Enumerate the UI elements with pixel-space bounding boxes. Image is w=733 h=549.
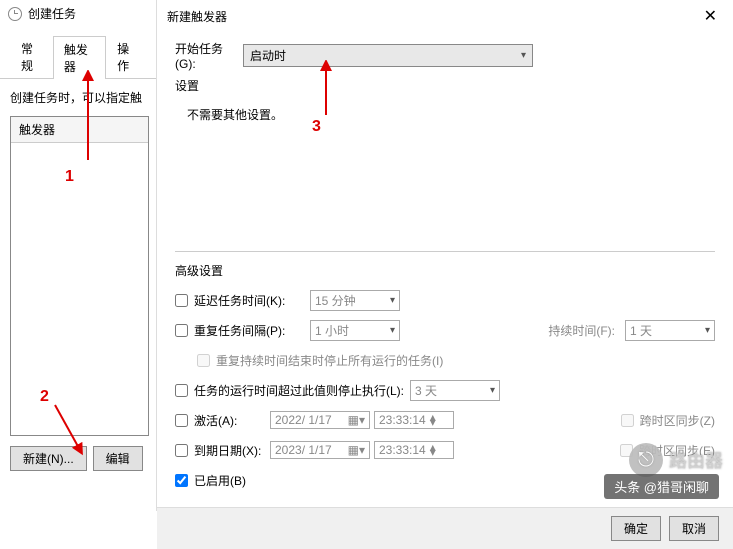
start-task-label: 开始任务(G): [175, 40, 243, 71]
start-task-value: 启动时 [250, 47, 286, 64]
stop-if-long-label: 任务的运行时间超过此值则停止执行(L): [194, 382, 404, 399]
tab-row: 常规 触发器 操作 [0, 27, 159, 79]
advanced-title: 高级设置 [175, 262, 715, 279]
duration-label: 持续时间(F): [548, 322, 615, 339]
activate-date[interactable]: 2022/ 1/17▦▾ [270, 411, 370, 429]
trigger-list[interactable]: 触发器 [10, 116, 149, 436]
cancel-button[interactable]: 取消 [669, 516, 719, 541]
activate-time[interactable]: 23:33:14▴▾ [374, 411, 454, 429]
enabled-label: 已启用(B) [194, 472, 246, 489]
duration-combo[interactable]: 1 天▾ [625, 320, 715, 341]
ok-button[interactable]: 确定 [611, 516, 661, 541]
calendar-icon: ▦▾ [348, 443, 365, 457]
expire-time[interactable]: 23:33:14▴▾ [374, 441, 454, 459]
new-trigger-dialog: 新建触发器 ✕ 开始任务(G): 启动时 ▾ 设置 不需要其他设置。 高级设置 … [156, 0, 733, 511]
clock-icon [8, 7, 22, 21]
repeat-interval-combo[interactable]: 1 小时▾ [310, 320, 400, 341]
expire-label: 到期日期(X): [194, 442, 264, 459]
expire-checkbox[interactable] [175, 444, 188, 457]
close-button[interactable]: ✕ [698, 6, 723, 26]
watermark: ⎋ 路由器 [629, 443, 723, 477]
delay-combo[interactable]: 15 分钟▾ [310, 290, 400, 311]
repeat-label: 重复任务间隔(P): [194, 322, 304, 339]
create-task-window: 创建任务 常规 触发器 操作 创建任务时，可以指定触 触发器 新建(N)... … [0, 0, 160, 511]
chevron-down-icon: ▾ [390, 325, 395, 336]
tab-actions[interactable]: 操作 [106, 35, 149, 78]
title-bar: 创建任务 [0, 0, 159, 27]
new-trigger-button[interactable]: 新建(N)... [10, 446, 87, 471]
delay-checkbox[interactable] [175, 294, 188, 307]
chevron-down-icon: ▾ [521, 50, 526, 61]
chevron-down-icon: ▾ [705, 325, 710, 336]
start-task-combo[interactable]: 启动时 ▾ [243, 44, 533, 67]
spinner-icon: ▴▾ [430, 445, 436, 455]
trigger-list-header: 触发器 [11, 117, 148, 143]
activate-label: 激活(A): [194, 412, 264, 429]
stop-if-long-checkbox[interactable] [175, 384, 188, 397]
window-title: 创建任务 [28, 5, 76, 22]
delay-label: 延迟任务时间(K): [194, 292, 304, 309]
chevron-down-icon: ▾ [390, 295, 395, 306]
chevron-down-icon: ▾ [490, 385, 495, 396]
tab-general[interactable]: 常规 [10, 35, 53, 78]
activate-tz-label: 跨时区同步(Z) [640, 412, 715, 429]
stop-if-long-combo[interactable]: 3 天▾ [410, 380, 500, 401]
repeat-checkbox[interactable] [175, 324, 188, 337]
settings-label: 设置 [175, 77, 715, 94]
spinner-icon: ▴▾ [430, 415, 436, 425]
dialog-footer: 确定 取消 [157, 507, 733, 549]
enabled-checkbox[interactable] [175, 474, 188, 487]
no-other-settings-text: 不需要其他设置。 [187, 106, 715, 123]
stop-at-end-label: 重复持续时间结束时停止所有运行的任务(I) [216, 352, 443, 369]
calendar-icon: ▦▾ [348, 413, 365, 427]
watermark-router: 路由器 [669, 447, 723, 473]
tab-triggers[interactable]: 触发器 [53, 36, 106, 79]
triggers-description: 创建任务时，可以指定触 [10, 89, 149, 106]
activate-checkbox[interactable] [175, 414, 188, 427]
router-icon: ⎋ [629, 443, 663, 477]
dialog-title: 新建触发器 [167, 8, 698, 25]
activate-tz-checkbox [621, 414, 634, 427]
edit-trigger-button[interactable]: 编辑 [93, 446, 143, 471]
expire-date[interactable]: 2023/ 1/17▦▾ [270, 441, 370, 459]
stop-at-end-checkbox [197, 354, 210, 367]
dialog-title-bar: 新建触发器 ✕ [157, 0, 733, 32]
watermark-text: 头条 @猎哥闲聊 [604, 474, 719, 499]
